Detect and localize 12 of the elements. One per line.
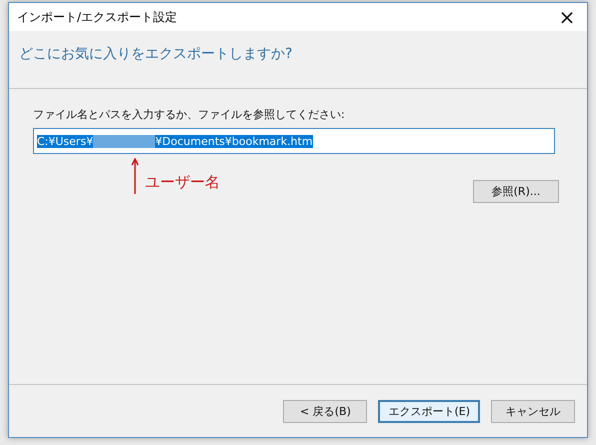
field-label: ファイル名とパスを入力するか、ファイルを参照してください:: [33, 107, 346, 122]
selected-path-text: C:¥Users¥ ¥Documents¥bookmark.htm: [37, 134, 313, 148]
dialog-button[interactable]: < 戻る(B): [283, 400, 368, 422]
dialog-button[interactable]: エクスポート(E): [378, 400, 480, 422]
close-button[interactable]: ×: [547, 3, 587, 31]
window-title: インポート/エクスポート設定: [17, 8, 178, 26]
dialog-heading: どこにお気に入りをエクスポートしますか?: [19, 46, 292, 62]
browse-button[interactable]: 参照(R)...: [473, 180, 559, 203]
dialog-button[interactable]: キャンセル: [491, 400, 575, 422]
path-input-field[interactable]: C:¥Users¥ ¥Documents¥bookmark.htm: [33, 128, 555, 154]
annotation-label: ユーザー名: [145, 173, 220, 192]
annotation-arrow: [131, 158, 139, 194]
